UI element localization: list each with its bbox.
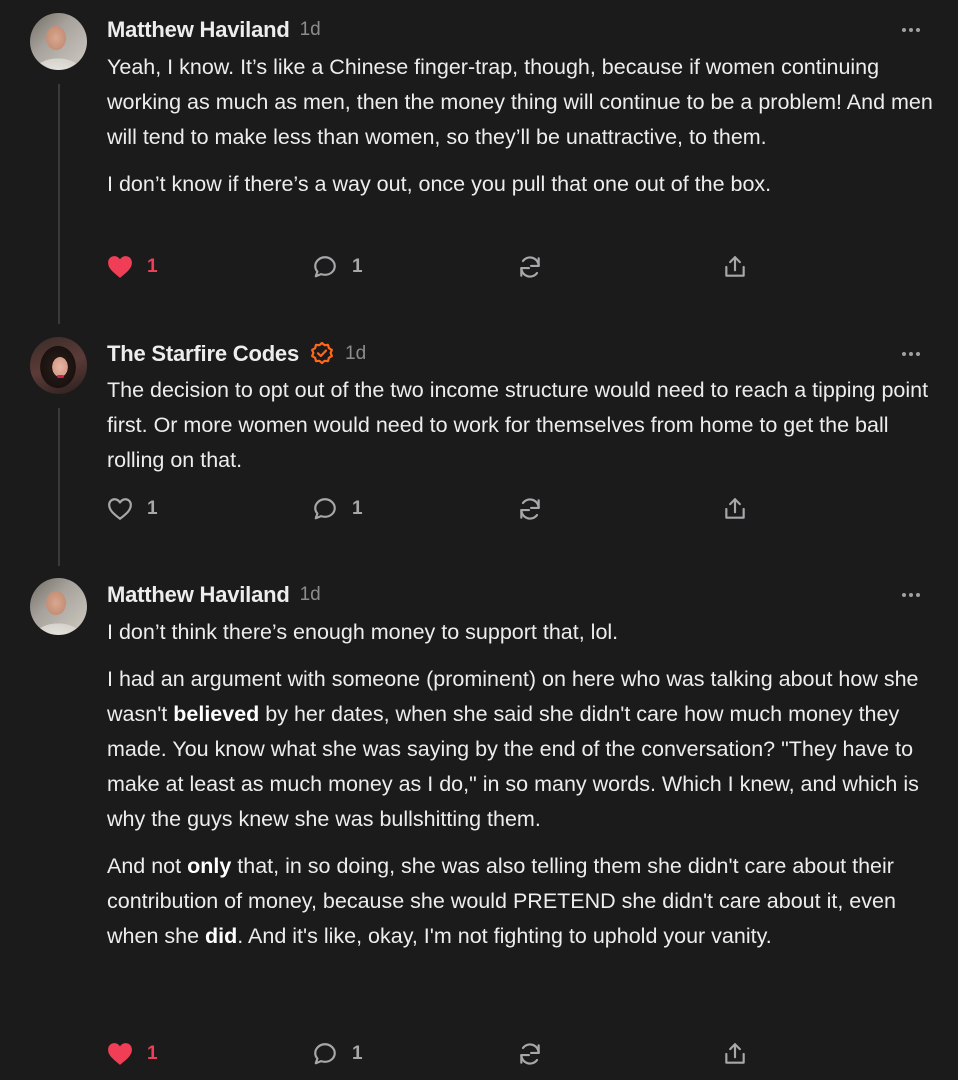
comment-icon bbox=[312, 254, 338, 280]
avatar[interactable] bbox=[30, 337, 87, 394]
timestamp[interactable]: 1d bbox=[300, 19, 321, 41]
share-icon bbox=[722, 496, 748, 522]
reply-count: 1 bbox=[352, 256, 363, 277]
share-icon bbox=[722, 254, 748, 280]
comment-paragraph: I had an argument with someone (prominen… bbox=[107, 662, 937, 837]
restack-button[interactable] bbox=[517, 252, 543, 282]
comment-body: Yeah, I know. It’s like a Chinese finger… bbox=[107, 50, 937, 214]
comment-icon bbox=[312, 1041, 338, 1067]
text-run: . And it's like, okay, I'm not fighting … bbox=[237, 924, 772, 948]
reply-button[interactable]: 1 bbox=[312, 252, 363, 282]
like-count: 1 bbox=[147, 256, 158, 277]
share-button[interactable] bbox=[722, 1039, 748, 1069]
comment-actions: 1 1 bbox=[107, 252, 867, 282]
heart-icon bbox=[107, 255, 133, 279]
like-button[interactable]: 1 bbox=[107, 494, 158, 524]
reply-count: 1 bbox=[352, 498, 363, 519]
restack-button[interactable] bbox=[517, 1039, 543, 1069]
author-name[interactable]: Matthew Haviland bbox=[107, 582, 290, 608]
comment-header: Matthew Haviland 1d bbox=[107, 581, 321, 609]
comment-paragraph: And not only that, in so doing, she was … bbox=[107, 849, 937, 954]
comment-paragraph: Yeah, I know. It’s like a Chinese finger… bbox=[107, 55, 933, 149]
bold-text: only bbox=[187, 854, 232, 878]
author-name[interactable]: The Starfire Codes bbox=[107, 341, 299, 367]
thread-line bbox=[58, 84, 60, 324]
thread-line bbox=[58, 408, 60, 566]
share-button[interactable] bbox=[722, 252, 748, 282]
like-count: 1 bbox=[147, 1043, 158, 1064]
share-icon bbox=[722, 1041, 748, 1067]
comment-icon bbox=[312, 496, 338, 522]
comment-actions: 1 1 bbox=[107, 1039, 867, 1069]
verified-icon bbox=[309, 341, 335, 367]
author-name[interactable]: Matthew Haviland bbox=[107, 17, 290, 43]
comment-paragraph: I don’t think there’s enough money to su… bbox=[107, 620, 619, 644]
more-options-icon[interactable] bbox=[902, 26, 926, 34]
heart-icon bbox=[107, 1042, 133, 1066]
comment-paragraph: The decision to opt out of the two incom… bbox=[107, 378, 929, 472]
timestamp[interactable]: 1d bbox=[300, 584, 321, 606]
text-run: And not bbox=[107, 854, 188, 878]
reply-count: 1 bbox=[352, 1043, 363, 1064]
restack-icon bbox=[517, 254, 543, 280]
share-button[interactable] bbox=[722, 494, 748, 524]
comment-actions: 1 1 bbox=[107, 494, 867, 524]
like-button[interactable]: 1 bbox=[107, 252, 158, 282]
timestamp[interactable]: 1d bbox=[345, 343, 366, 365]
restack-button[interactable] bbox=[517, 494, 543, 524]
comment-body: I don’t think there’s enough money to su… bbox=[107, 615, 937, 966]
heart-icon bbox=[107, 497, 133, 521]
comment-thread: Matthew Haviland 1d Yeah, I know. It’s l… bbox=[0, 0, 958, 1080]
reply-button[interactable]: 1 bbox=[312, 1039, 363, 1069]
reply-button[interactable]: 1 bbox=[312, 494, 363, 524]
comment-header: The Starfire Codes 1d bbox=[107, 340, 366, 368]
avatar[interactable] bbox=[30, 13, 87, 70]
more-options-icon[interactable] bbox=[902, 350, 926, 358]
like-count: 1 bbox=[147, 498, 158, 519]
avatar[interactable] bbox=[30, 578, 87, 635]
bold-text: believed bbox=[173, 702, 260, 726]
restack-icon bbox=[517, 1041, 543, 1067]
restack-icon bbox=[517, 496, 543, 522]
like-button[interactable]: 1 bbox=[107, 1039, 158, 1069]
comment-paragraph: I don’t know if there’s a way out, once … bbox=[107, 172, 772, 196]
comment-header: Matthew Haviland 1d bbox=[107, 16, 321, 44]
comment-body: The decision to opt out of the two incom… bbox=[107, 373, 937, 490]
more-options-icon[interactable] bbox=[902, 591, 926, 599]
bold-text: did bbox=[205, 924, 238, 948]
